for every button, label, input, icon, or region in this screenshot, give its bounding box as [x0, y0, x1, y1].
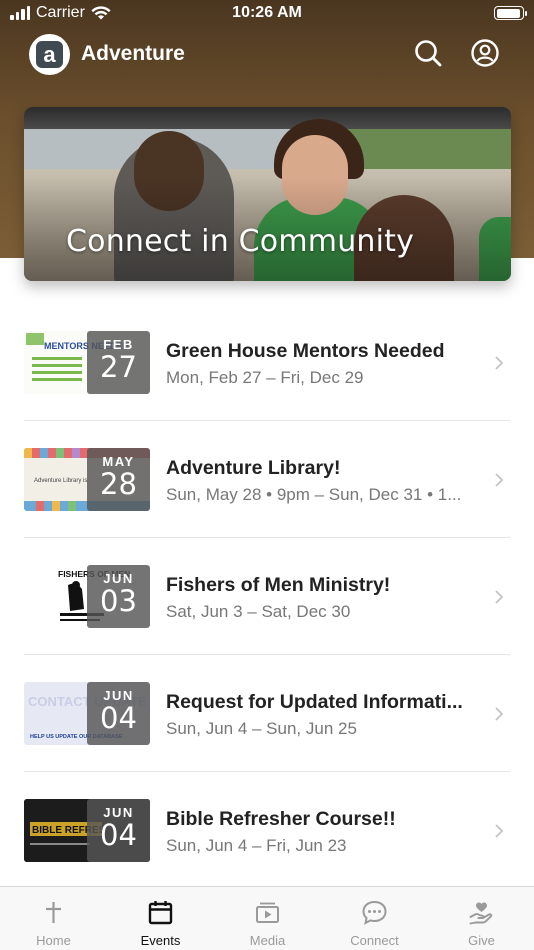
event-thumbnail: CONTACT UPDATE HELP US UPDATE OUR DATABA…	[24, 682, 150, 745]
event-row[interactable]: Adventure Library is MAY 28 Adventure Li…	[0, 421, 534, 538]
chevron-right-icon	[495, 473, 504, 487]
app-title: Adventure	[81, 42, 185, 65]
event-date: Mon, Feb 27 – Fri, Dec 29	[166, 368, 364, 387]
event-thumbnail: FISHERS OF MEN JUN 03	[24, 565, 150, 628]
hero-title: Connect in Community	[66, 224, 415, 259]
status-bar: Carrier 10:26 AM	[0, 0, 534, 28]
tab-label: Connect	[350, 933, 399, 948]
tab-label: Events	[140, 933, 181, 948]
chevron-right-icon	[495, 356, 504, 370]
date-badge: JUN 03	[87, 565, 150, 628]
status-time: 10:26 AM	[232, 4, 302, 21]
date-day: 27	[100, 350, 137, 384]
event-thumbnail: Adventure Library is MAY 28	[24, 448, 150, 511]
media-icon	[256, 902, 279, 923]
hero-card[interactable]: Connect in Community	[24, 107, 511, 281]
chat-icon	[362, 900, 387, 925]
date-day: 04	[100, 701, 137, 735]
app-logo-letter: a	[36, 41, 63, 68]
event-date: Sun, May 28 • 9pm – Sun, Dec 31 • 1...	[166, 485, 462, 504]
tab-media[interactable]: Media	[214, 887, 321, 950]
event-row[interactable]: MENTORS NEEDED FEB 27 Green House Mentor…	[0, 304, 534, 421]
date-badge: JUN 04	[87, 799, 150, 862]
chevron-right-icon	[495, 590, 504, 604]
event-title: Adventure Library!	[166, 457, 341, 479]
event-thumbnail: MENTORS NEEDED FEB 27	[24, 331, 150, 394]
date-badge: JUN 04	[87, 682, 150, 745]
tab-label: Give	[468, 933, 495, 948]
event-thumbnail: BIBLE REFRESHER JUN 04	[24, 799, 150, 862]
date-badge: FEB 27	[87, 331, 150, 394]
tab-give[interactable]: Give	[428, 887, 534, 950]
tab-connect[interactable]: Connect	[321, 887, 428, 950]
event-date: Sat, Jun 3 – Sat, Dec 30	[166, 602, 351, 621]
event-date: Sun, Jun 4 – Sun, Jun 25	[166, 719, 357, 738]
tab-bar: Home Events Media Connect Give	[0, 886, 534, 950]
chevron-right-icon	[495, 824, 504, 838]
event-row[interactable]: BIBLE REFRESHER JUN 04 Bible Refresher C…	[0, 772, 534, 889]
thumb-text: Adventure Library is	[34, 478, 87, 484]
date-day: 28	[100, 467, 137, 501]
tab-label: Home	[36, 933, 71, 948]
date-day: 04	[100, 818, 137, 852]
search-icon[interactable]	[413, 38, 443, 68]
date-badge: MAY 28	[87, 448, 150, 511]
profile-icon[interactable]	[470, 38, 500, 68]
app-logo: a	[29, 34, 70, 75]
tab-home[interactable]: Home	[0, 887, 107, 950]
tab-events[interactable]: Events	[107, 887, 214, 950]
chevron-right-icon	[495, 707, 504, 721]
event-row[interactable]: CONTACT UPDATE HELP US UPDATE OUR DATABA…	[0, 655, 534, 772]
date-day: 03	[100, 584, 137, 618]
calendar-icon	[148, 901, 173, 925]
event-title: Fishers of Men Ministry!	[166, 574, 391, 596]
event-title: Green House Mentors Needed	[166, 340, 445, 362]
event-date: Sun, Jun 4 – Fri, Jun 23	[166, 836, 347, 855]
app-bar: a Adventure	[0, 30, 534, 80]
battery-icon	[494, 6, 527, 20]
give-icon	[469, 902, 493, 925]
tab-label: Media	[249, 933, 286, 948]
event-title: Bible Refresher Course!!	[166, 808, 396, 830]
cross-icon	[46, 902, 61, 923]
event-title: Request for Updated Informati...	[166, 691, 463, 713]
event-row[interactable]: FISHERS OF MEN JUN 03 Fishers of Men Min…	[0, 538, 534, 655]
